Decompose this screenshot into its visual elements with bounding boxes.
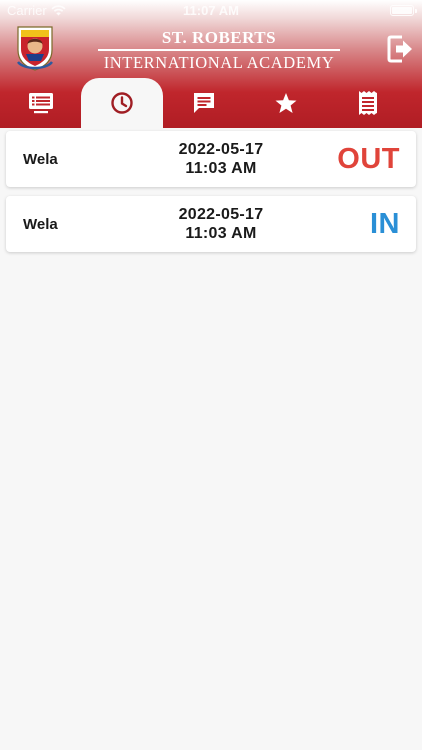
- log-date: 2022-05-17: [178, 206, 264, 223]
- message-icon: [194, 93, 214, 113]
- tab-favorites[interactable]: [245, 78, 327, 128]
- app-header: Carrier 11:07 AM ST. ROBERTS INTERNATION…: [0, 0, 422, 128]
- list-item[interactable]: Wela 2022-05-17 11:03 AM OUT: [6, 131, 416, 187]
- student-name: Wela: [23, 215, 58, 233]
- log-datetime: 2022-05-17 11:03 AM: [151, 140, 291, 178]
- logout-icon[interactable]: [386, 33, 414, 65]
- tab-bar: [0, 78, 422, 128]
- star-icon: [275, 92, 297, 113]
- school-crest: [17, 26, 53, 71]
- list-item[interactable]: Wela 2022-05-17 11:03 AM IN: [6, 196, 416, 252]
- log-time: 11:03 AM: [185, 225, 257, 242]
- school-title: ST. ROBERTS INTERNATIONAL ACADEMY: [98, 27, 340, 72]
- school-name-line2: INTERNATIONAL ACADEMY: [103, 52, 335, 72]
- dashboard-list-icon: [28, 93, 53, 114]
- log-time: 11:03 AM: [185, 160, 257, 177]
- tab-messages[interactable]: [163, 78, 245, 128]
- title-divider: [98, 49, 340, 51]
- status-badge: OUT: [337, 142, 400, 175]
- tab-reports[interactable]: [327, 78, 409, 128]
- attendance-list: Wela 2022-05-17 11:03 AM OUT Wela 2022-0…: [6, 131, 416, 261]
- status-bar: Carrier 11:07 AM: [0, 0, 422, 22]
- battery-icon: [390, 5, 417, 16]
- log-datetime: 2022-05-17 11:03 AM: [151, 205, 291, 243]
- receipt-icon: [359, 91, 377, 115]
- school-name-line1: ST. ROBERTS: [161, 28, 277, 47]
- clock-icon: [111, 92, 133, 114]
- student-name: Wela: [23, 150, 58, 168]
- log-date: 2022-05-17: [178, 141, 264, 158]
- tab-dashboard[interactable]: [0, 78, 81, 128]
- tab-attendance[interactable]: [81, 78, 163, 128]
- status-badge: IN: [370, 207, 400, 240]
- status-time: 11:07 AM: [183, 3, 239, 18]
